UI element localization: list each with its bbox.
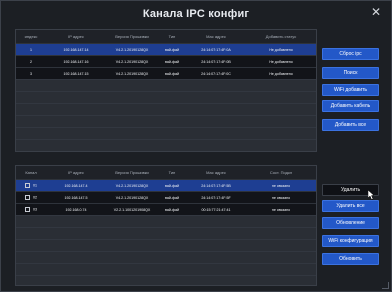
- column-header: Mac адрес: [206, 170, 226, 175]
- update-button[interactable]: Обновление: [322, 217, 379, 229]
- close-icon[interactable]: ✕: [369, 5, 383, 19]
- cell-add-status: Не добавлено: [269, 71, 293, 76]
- cell-ip: 192.168.147.15: [63, 71, 89, 76]
- table-header: индекс IP адрес Версия Прошивки Тип Mac …: [16, 30, 316, 43]
- cell-channel: 03: [16, 207, 46, 212]
- empty-row: [16, 127, 316, 139]
- cell-firmware: V4.2.1.20190128QX: [115, 59, 149, 64]
- added-channels-table: Канал IP адрес Версия Прошивки Тип Mac а…: [15, 165, 317, 286]
- column-header: Версия Прошивки: [115, 34, 149, 39]
- cell-type: вай-фай: [164, 71, 180, 76]
- column-header: IP адрес: [68, 170, 84, 175]
- cell-firmware: V2.2.1.1001201908QX: [113, 207, 151, 212]
- cell-ip: 192.168.0.74: [65, 207, 87, 212]
- refresh-button[interactable]: Обновить: [322, 253, 379, 265]
- dialog-title: Канала IPC конфиг: [142, 8, 250, 20]
- table-header: Канал IP адрес Версия Прошивки Тип Mac а…: [16, 166, 316, 179]
- cell-add-status: Не добавлено: [269, 47, 293, 52]
- empty-row: [16, 91, 316, 103]
- discovered-devices-table: индекс IP адрес Версия Прошивки Тип Mac …: [15, 29, 317, 152]
- column-header: Канал: [25, 170, 37, 175]
- column-header: Версия Прошивки: [115, 170, 149, 175]
- row-checkbox[interactable]: [25, 183, 30, 188]
- search-button[interactable]: Поиск: [322, 67, 379, 79]
- empty-row: [16, 215, 316, 227]
- cell-mac: 24:14:07:17:4F:5B: [201, 183, 231, 188]
- cell-index: 1: [30, 47, 32, 52]
- empty-row: [16, 239, 316, 251]
- cell-index: 3: [30, 71, 32, 76]
- cell-channel: 02: [16, 195, 46, 200]
- table-row[interactable]: 02 192.168.147.5 V4.2.1.20190128QX вай-ф…: [16, 191, 316, 203]
- cell-connection-status: не связано: [271, 183, 291, 188]
- cell-type: вай-фай: [164, 47, 180, 52]
- cell-firmware: V4.2.1.20190128QX: [115, 71, 149, 76]
- cell-ip: 192.168.147.5: [64, 195, 88, 200]
- cell-add-status: Не добавлено: [269, 59, 293, 64]
- add-all-button[interactable]: Добавить все: [322, 119, 379, 131]
- cell-firmware: V4.2.1.20190128QX: [115, 47, 149, 52]
- table-row[interactable]: 2 192.168.147.16 V4.2.1.20190128QX вай-ф…: [16, 55, 316, 67]
- cell-connection-status: не связано: [271, 195, 291, 200]
- title-bar[interactable]: Канала IPC конфиг: [1, 1, 391, 27]
- table-row[interactable]: 1 192.168.147.14 V4.2.1.20190128QX вай-ф…: [16, 43, 316, 55]
- add-cable-button[interactable]: Добавить кабель: [322, 100, 379, 112]
- cell-channel: 01: [16, 183, 46, 188]
- row-checkbox[interactable]: [25, 195, 30, 200]
- cell-ip: 192.168.147.14: [63, 47, 89, 52]
- column-header: индекс: [24, 34, 38, 39]
- column-header: Добавить статус: [265, 34, 297, 39]
- cell-ip: 192.168.147.16: [63, 59, 89, 64]
- cell-mac: 24:14:07:17:4F:5F: [201, 195, 231, 200]
- cell-firmware: V4.2.1.20190128QX: [115, 183, 149, 188]
- reset-ipc-button[interactable]: Сброс ipc: [322, 48, 379, 60]
- empty-row: [16, 103, 316, 115]
- cell-ip: 192.168.147.4: [64, 183, 88, 188]
- cell-mac: 24:14:07:17:4F:0C: [201, 71, 231, 76]
- column-header: Mac адрес: [206, 34, 226, 39]
- cell-mac: 24:14:07:17:4F:0A: [201, 47, 231, 52]
- table-row[interactable]: 01 192.168.147.4 V4.2.1.20190128QX вай-ф…: [16, 179, 316, 191]
- empty-row: [16, 251, 316, 263]
- cell-type: вай-фай: [164, 207, 180, 212]
- column-header: Тип: [168, 34, 176, 39]
- cell-index: 2: [30, 59, 32, 64]
- delete-all-button[interactable]: Удалить все: [322, 200, 379, 212]
- empty-row: [16, 115, 316, 127]
- empty-row: [16, 275, 316, 285]
- mouse-pointer-icon: [368, 190, 375, 200]
- cell-type: вай-фай: [164, 183, 180, 188]
- cell-firmware: V4.2.1.20190128QX: [115, 195, 149, 200]
- column-header: IP адрес: [68, 34, 84, 39]
- empty-row: [16, 151, 316, 152]
- cell-type: вай-фай: [164, 59, 180, 64]
- table-row[interactable]: 03 192.168.0.74 V2.2.1.1001201908QX вай-…: [16, 203, 316, 215]
- wifi-config-button[interactable]: WiFi конфигурация: [322, 235, 379, 247]
- cell-mac: 00:15:77:21:47:41: [201, 207, 231, 212]
- cell-mac: 24:14:07:17:4F:0B: [201, 59, 231, 64]
- empty-row: [16, 139, 316, 151]
- table-row[interactable]: 3 192.168.147.15 V4.2.1.20190128QX вай-ф…: [16, 67, 316, 79]
- ipc-channel-config-dialog: Канала IPC конфиг ✕ индекс IP адрес Верс…: [0, 0, 392, 292]
- empty-row: [16, 227, 316, 239]
- resize-grip-icon[interactable]: [382, 282, 389, 289]
- cell-connection-status: не связано: [271, 207, 291, 212]
- column-header: Тип: [168, 170, 176, 175]
- cell-type: вай-фай: [164, 195, 180, 200]
- column-header: Сост. Подкл: [269, 170, 293, 175]
- empty-row: [16, 263, 316, 275]
- row-checkbox[interactable]: [25, 207, 30, 212]
- empty-row: [16, 79, 316, 91]
- wifi-add-button[interactable]: WiFi добавить: [322, 84, 379, 96]
